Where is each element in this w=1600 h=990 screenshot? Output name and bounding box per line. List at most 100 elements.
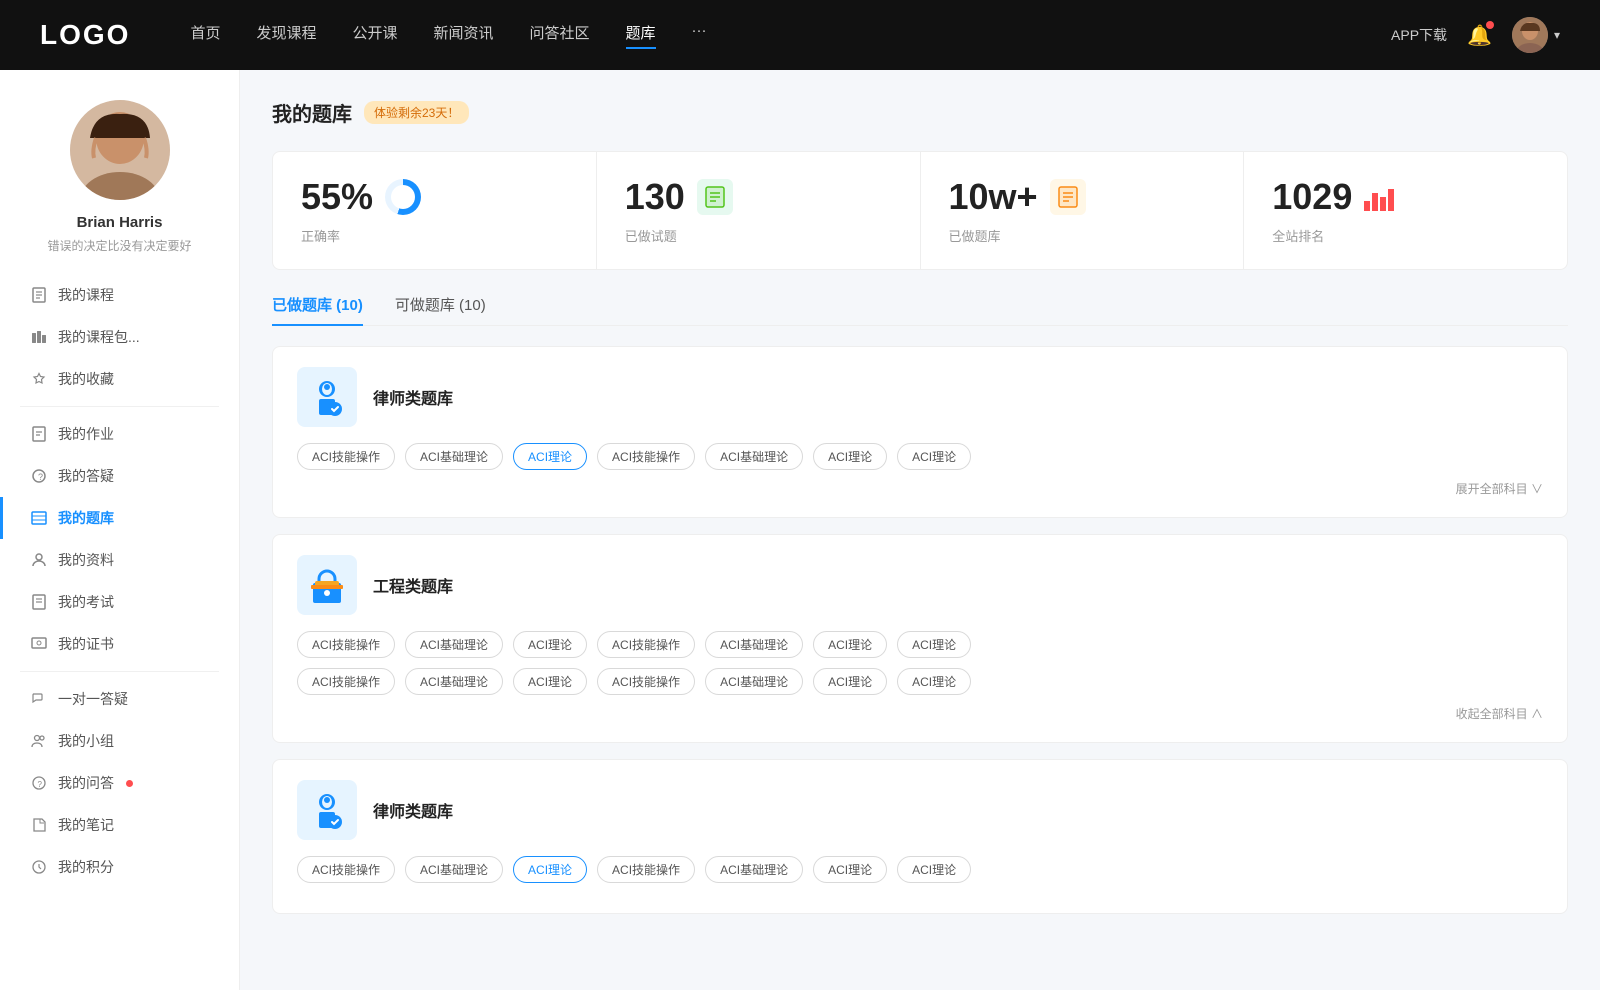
stats-row: 55% 正确率 130 已做试题 10w+ (272, 151, 1568, 270)
stat-done-questions-value: 130 (625, 176, 685, 218)
sidebar-item-course-packages[interactable]: 我的课程包... (0, 316, 239, 358)
stat-rank: 1029 全站排名 (1244, 152, 1567, 269)
bank-tag-2[interactable]: ACI理论 (513, 443, 587, 470)
bank-tag-6[interactable]: ACI理论 (897, 443, 971, 470)
sidebar-item-qa[interactable]: ? 我的答疑 (0, 455, 239, 497)
qa-icon: ? (30, 467, 48, 485)
bank-card-lawyer-2-header: 律师类题库 (297, 780, 1543, 840)
notes-icon (30, 816, 48, 834)
nav-more[interactable]: ··· (692, 22, 707, 49)
eng-tag-13[interactable]: ACI理论 (897, 668, 971, 695)
nav-courses[interactable]: 发现课程 (256, 22, 316, 49)
sidebar-item-group[interactable]: 我的小组 (0, 720, 239, 762)
eng-tag-10[interactable]: ACI技能操作 (597, 668, 695, 695)
sidebar-item-courses[interactable]: 我的课程 (0, 274, 239, 316)
l2-tag-5[interactable]: ACI理论 (813, 856, 887, 883)
sidebar-item-course-packages-label: 我的课程包... (58, 327, 140, 347)
user-menu-chevron: ▾ (1554, 28, 1560, 42)
rank-bar-icon (1364, 183, 1394, 211)
bank-card-engineer: 工程类题库 ACI技能操作 ACI基础理论 ACI理论 ACI技能操作 ACI基… (272, 534, 1568, 743)
eng-tag-3[interactable]: ACI技能操作 (597, 631, 695, 658)
eng-tag-2[interactable]: ACI理论 (513, 631, 587, 658)
sidebar-menu: 我的课程 我的课程包... 我的收藏 (0, 274, 239, 888)
bank-icon-lawyer-2 (297, 780, 357, 840)
courses-icon (30, 286, 48, 304)
my-questions-icon: ? (30, 774, 48, 792)
tabs-row: 已做题库 (10) 可做题库 (10) (272, 294, 1568, 326)
eng-tag-12[interactable]: ACI理论 (813, 668, 887, 695)
eng-tag-4[interactable]: ACI基础理论 (705, 631, 803, 658)
eng-tag-11[interactable]: ACI基础理论 (705, 668, 803, 695)
eng-tag-1[interactable]: ACI基础理论 (405, 631, 503, 658)
nav-open-course[interactable]: 公开课 (352, 22, 397, 49)
sidebar-item-question-bank[interactable]: 我的题库 (0, 497, 239, 539)
stat-accuracy-label: 正确率 (301, 226, 340, 245)
stat-done-banks: 10w+ 已做题库 (921, 152, 1245, 269)
bank-tags-lawyer-2: ACI技能操作 ACI基础理论 ACI理论 ACI技能操作 ACI基础理论 AC… (297, 856, 1543, 883)
eng-tag-6[interactable]: ACI理论 (897, 631, 971, 658)
main-layout: Brian Harris 错误的决定比没有决定要好 我的课程 我的课程包... (0, 70, 1600, 990)
sidebar-item-one-on-one[interactable]: 一对一答疑 (0, 678, 239, 720)
eng-tag-8[interactable]: ACI基础理论 (405, 668, 503, 695)
bank-tags-engineer-row2: ACI技能操作 ACI基础理论 ACI理论 ACI技能操作 ACI基础理论 AC… (297, 668, 1543, 695)
bank-tag-4[interactable]: ACI基础理论 (705, 443, 803, 470)
nav-question-bank[interactable]: 题库 (626, 22, 656, 49)
accuracy-pie-chart (385, 179, 421, 215)
sidebar-user-name: Brian Harris (77, 214, 163, 231)
stat-rank-value: 1029 (1272, 176, 1352, 218)
bank-tag-1[interactable]: ACI基础理论 (405, 443, 503, 470)
bank-card-engineer-header: 工程类题库 (297, 555, 1543, 615)
l2-tag-1[interactable]: ACI基础理论 (405, 856, 503, 883)
bank-tag-3[interactable]: ACI技能操作 (597, 443, 695, 470)
bank-tag-5[interactable]: ACI理论 (813, 443, 887, 470)
nav-home[interactable]: 首页 (190, 22, 220, 49)
eng-tag-7[interactable]: ACI技能操作 (297, 668, 395, 695)
sidebar: Brian Harris 错误的决定比没有决定要好 我的课程 我的课程包... (0, 70, 240, 990)
exam-icon (30, 593, 48, 611)
certificate-icon (30, 635, 48, 653)
sidebar-item-favorites[interactable]: 我的收藏 (0, 358, 239, 400)
favorites-icon (30, 370, 48, 388)
bank-card-lawyer-2: 律师类题库 ACI技能操作 ACI基础理论 ACI理论 ACI技能操作 ACI基… (272, 759, 1568, 914)
sidebar-item-certificate[interactable]: 我的证书 (0, 623, 239, 665)
sidebar-item-certificate-label: 我的证书 (58, 634, 114, 654)
sidebar-item-points[interactable]: 我的积分 (0, 846, 239, 888)
my-questions-notification-dot (126, 780, 133, 787)
nav-news[interactable]: 新闻资讯 (434, 22, 494, 49)
bank-expand-engineer[interactable]: 收起全部科目 ∧ (297, 705, 1543, 722)
bank-tags-engineer-row1: ACI技能操作 ACI基础理论 ACI理论 ACI技能操作 ACI基础理论 AC… (297, 631, 1543, 658)
eng-tag-9[interactable]: ACI理论 (513, 668, 587, 695)
sidebar-item-notes[interactable]: 我的笔记 (0, 804, 239, 846)
bank-card-lawyer-1: 律师类题库 ACI技能操作 ACI基础理论 ACI理论 ACI技能操作 ACI基… (272, 346, 1568, 518)
l2-tag-3[interactable]: ACI技能操作 (597, 856, 695, 883)
l2-tag-0[interactable]: ACI技能操作 (297, 856, 395, 883)
bank-expand-lawyer-1[interactable]: 展开全部科目 ∨ (297, 480, 1543, 497)
user-avatar-menu[interactable]: ▾ (1512, 17, 1560, 53)
sidebar-item-qa-label: 我的答疑 (58, 466, 114, 486)
bank-tag-0[interactable]: ACI技能操作 (297, 443, 395, 470)
stat-accuracy-value: 55% (301, 176, 373, 218)
trial-badge: 体验剩余23天！ (364, 101, 469, 124)
stat-rank-label: 全站排名 (1272, 226, 1324, 245)
app-download-link[interactable]: APP下载 (1391, 25, 1447, 45)
sidebar-divider-1 (20, 406, 219, 407)
notification-bell[interactable]: 🔔 (1467, 23, 1492, 48)
bank-icon-engineer (297, 555, 357, 615)
svg-text:?: ? (38, 472, 43, 482)
tab-available-banks[interactable]: 可做题库 (10) (395, 294, 486, 325)
eng-tag-5[interactable]: ACI理论 (813, 631, 887, 658)
sidebar-user-avatar (70, 100, 170, 200)
eng-tag-0[interactable]: ACI技能操作 (297, 631, 395, 658)
bank-title-engineer: 工程类题库 (373, 573, 453, 597)
sidebar-item-homework[interactable]: 我的作业 (0, 413, 239, 455)
l2-tag-4[interactable]: ACI基础理论 (705, 856, 803, 883)
nav-qa[interactable]: 问答社区 (530, 22, 590, 49)
sidebar-item-exam[interactable]: 我的考试 (0, 581, 239, 623)
l2-tag-2[interactable]: ACI理论 (513, 856, 587, 883)
sidebar-item-profile[interactable]: 我的资料 (0, 539, 239, 581)
sidebar-item-my-questions-label: 我的问答 (58, 773, 114, 793)
sidebar-item-my-questions[interactable]: ? 我的问答 (0, 762, 239, 804)
l2-tag-6[interactable]: ACI理论 (897, 856, 971, 883)
course-packages-icon (30, 328, 48, 346)
tab-done-banks[interactable]: 已做题库 (10) (272, 294, 363, 325)
